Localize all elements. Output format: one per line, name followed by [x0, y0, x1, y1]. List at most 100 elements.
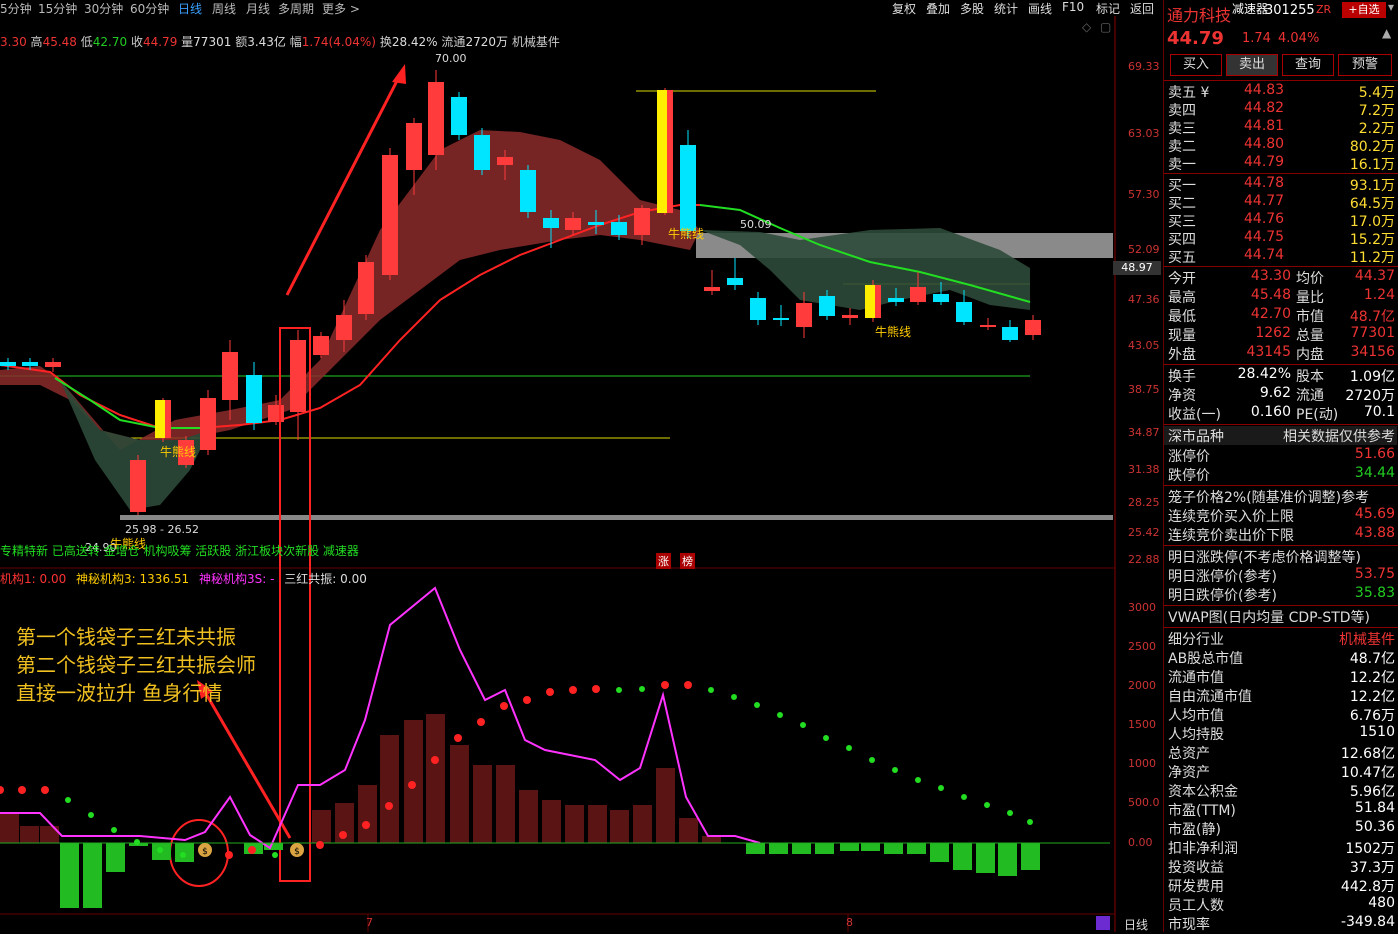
ind-bar-pos — [20, 826, 39, 843]
ind-bar-neg — [106, 843, 125, 872]
period-tag[interactable]: 日线 — [1124, 916, 1148, 933]
callout-line-3: 直接一波拉升 鱼身行情 — [16, 681, 223, 705]
signal-dot — [408, 781, 416, 789]
stat-row: 换手 28.42% 股本 1.09亿 — [1168, 366, 1395, 385]
ind-bar-neg — [815, 843, 834, 854]
signal-dot — [385, 802, 393, 810]
ind-bar-pos — [542, 800, 561, 843]
ask-row-5-value: 5.4万 — [1358, 85, 1395, 101]
ind-label-2: 神秘机构3: 1336.51 — [76, 572, 190, 586]
btn-overlay[interactable]: 叠加 — [926, 0, 950, 17]
fund-row: 自由流通市值 12.2亿 — [1168, 689, 1395, 705]
btn-mark[interactable]: 标记 — [1096, 0, 1120, 17]
signal-dot — [111, 827, 117, 833]
x-label-8: 8 — [846, 916, 853, 929]
signal-dot — [180, 852, 186, 858]
dropdown-icon[interactable]: ▾ — [1388, 0, 1394, 14]
float-value: 2720万 — [465, 35, 508, 49]
stat-row: 净资 9.62 流通 2720万 — [1168, 385, 1395, 404]
svg-text:$: $ — [202, 847, 208, 857]
open-value: 3.30 — [0, 35, 27, 49]
ind-bar-neg — [976, 843, 995, 873]
tf-5min[interactable]: 5分钟 — [0, 0, 32, 17]
tf-multi[interactable]: 多周期 — [278, 0, 314, 17]
candle — [680, 145, 696, 231]
signal-dot — [134, 839, 140, 845]
sell-button[interactable]: 卖出 — [1226, 54, 1278, 76]
fund-row: 市盈(TTM) 51.84 — [1168, 800, 1395, 819]
tf-15min[interactable]: 15分钟 — [38, 0, 77, 17]
candle — [773, 318, 789, 320]
candle — [222, 352, 238, 400]
tf-more[interactable]: 更多 > — [322, 0, 360, 17]
vwap-row[interactable]: VWAP图(日内均量 CDP-STD等) — [1164, 607, 1397, 626]
fund-row: AB股总市值 48.7亿 — [1168, 651, 1395, 667]
signal-dot — [316, 841, 324, 849]
chevron-up-icon[interactable]: ▲ — [1382, 26, 1391, 40]
btn-draw[interactable]: 画线 — [1028, 0, 1052, 17]
btn-stats[interactable]: 统计 — [994, 0, 1018, 17]
ind-bar-neg — [83, 843, 102, 908]
tf-60min[interactable]: 60分钟 — [130, 0, 169, 17]
candle — [1002, 327, 1018, 340]
candle — [200, 398, 216, 450]
fund-row: 投资收益 37.3万 — [1168, 860, 1395, 876]
stat-row: 最高 45.48 量比 1.24 — [1168, 287, 1395, 306]
y-tick: 34.87 — [1128, 426, 1160, 439]
tf-month[interactable]: 月线 — [246, 0, 270, 17]
candle — [130, 460, 146, 512]
y-tick-ind: 2000 — [1128, 679, 1156, 692]
signal-dot — [523, 696, 531, 704]
signal-dot — [339, 831, 347, 839]
signal-dot — [248, 846, 256, 854]
ask-row-4-label: 卖四 — [1168, 103, 1196, 119]
ind-bar-neg — [792, 843, 811, 854]
timeframe-bar: 5分钟 15分钟 30分钟 60分钟 日线 周线 月线 多周期 更多 > 复权 … — [0, 0, 1163, 16]
callout-text: 第一个钱袋子三红未共振 第二个钱袋子三红共振会师 直接一波拉升 鱼身行情 — [16, 623, 256, 707]
window-icon[interactable]: ▢ — [1100, 20, 1111, 34]
candle — [543, 218, 559, 228]
y-tick: 28.25 — [1128, 496, 1160, 509]
candle — [451, 97, 467, 135]
ind-bar-pos — [656, 768, 675, 843]
tf-day[interactable]: 日线 — [178, 0, 202, 17]
kline-chart[interactable]: $ $ — [0, 0, 1163, 932]
callout-line-1: 第一个钱袋子三红未共振 — [16, 625, 236, 649]
tf-week[interactable]: 周线 — [212, 0, 236, 17]
btn-multi-stock[interactable]: 多股 — [960, 0, 984, 17]
candle — [0, 362, 16, 366]
ask-row-2-value: 80.2万 — [1349, 139, 1395, 155]
btn-f10[interactable]: F10 — [1062, 0, 1084, 14]
buy-button[interactable]: 买入 — [1170, 54, 1222, 76]
btn-fuquan[interactable]: 复权 — [892, 0, 916, 17]
signal-dot — [961, 794, 967, 800]
bid-row-5-value: 11.2万 — [1349, 250, 1395, 266]
signal-dot — [569, 686, 577, 694]
candle — [727, 278, 743, 285]
limit-row: 涨停价 51.66 — [1168, 446, 1395, 465]
bid-row-1: 买一 44.78 93.1万 — [1164, 175, 1397, 194]
diamond-icon[interactable]: ◇ — [1082, 20, 1091, 34]
y-tick: 25.42 — [1128, 526, 1160, 539]
add-watchlist-button[interactable]: +自选 — [1342, 2, 1386, 18]
y-tick: 63.03 — [1128, 127, 1160, 140]
alert-button[interactable]: 预警 — [1338, 54, 1392, 76]
btn-back[interactable]: 返回 — [1130, 0, 1154, 17]
candle — [842, 315, 858, 318]
bid-row-3: 买三 44.76 17.0万 — [1164, 211, 1397, 230]
signal-dot — [777, 712, 783, 718]
signal-dot — [846, 745, 852, 751]
signal-dot — [225, 851, 233, 859]
scroll-handle[interactable] — [1096, 916, 1110, 930]
stat-row: 今开 43.30 均价 44.37 — [1168, 268, 1395, 287]
query-button[interactable]: 查询 — [1282, 54, 1334, 76]
price-change: 1.74 — [1242, 31, 1271, 46]
tf-30min[interactable]: 30分钟 — [84, 0, 123, 17]
low-value: 42.70 — [92, 35, 128, 49]
ind-bar-neg — [884, 843, 903, 854]
concept-tags[interactable]: 专精特新 已高送转 金增仓 机构吸筹 活跃股 浙江板块次新股 减速器 — [0, 542, 359, 559]
cage-row: 连续竞价卖出价下限 43.88 — [1168, 525, 1395, 544]
high-mark: 70.00 — [435, 52, 467, 65]
signal-dot — [477, 718, 485, 726]
candle — [704, 287, 720, 291]
